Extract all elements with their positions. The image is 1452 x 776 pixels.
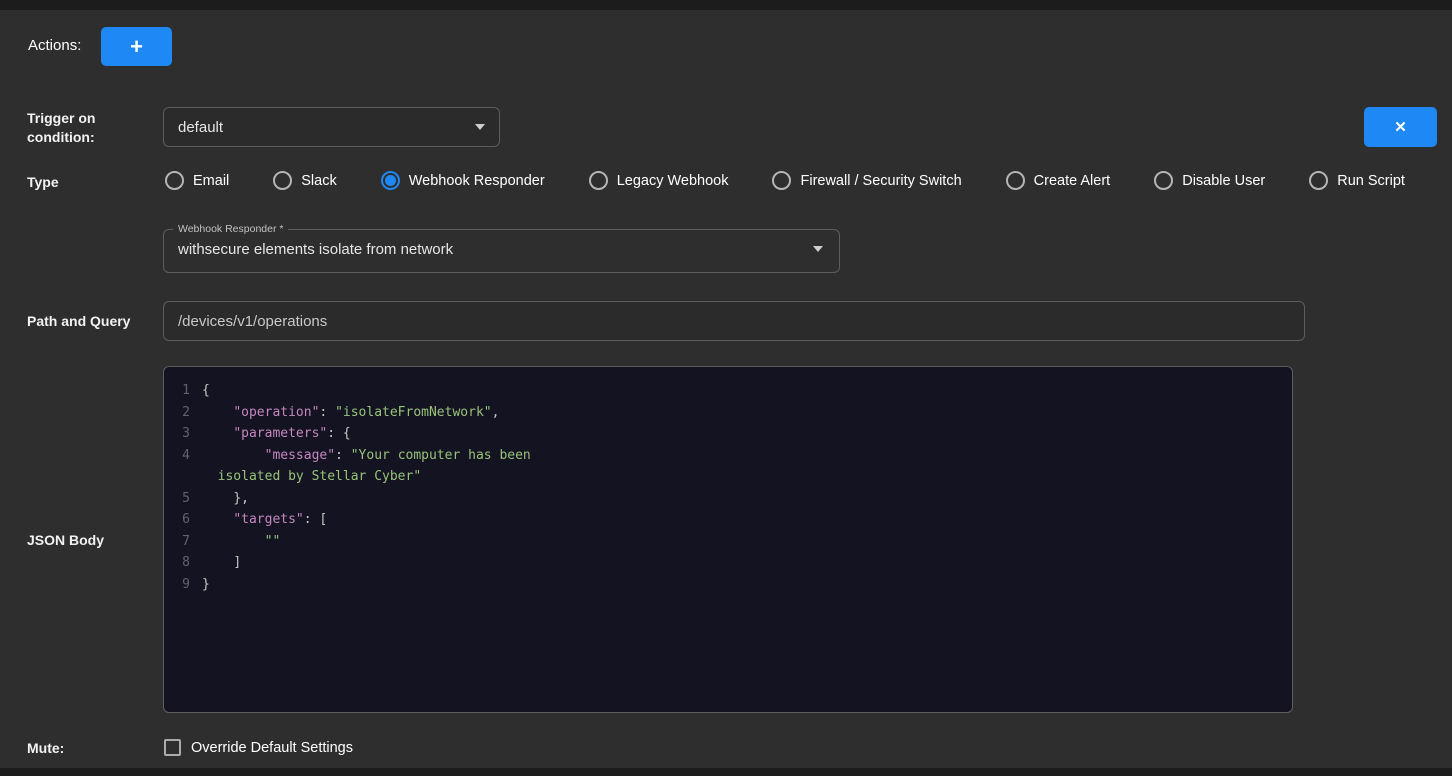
- radio-email[interactable]: Email: [165, 171, 229, 190]
- code-line: 8 ]: [172, 552, 1284, 574]
- radio-button-icon: [1154, 171, 1173, 190]
- actions-label: Actions:: [28, 37, 81, 54]
- type-options-row: Email Slack Webhook Responder Legacy Webhoo…: [165, 171, 1405, 190]
- close-icon: ✕: [1394, 118, 1407, 136]
- override-default-settings-label: Override Default Settings: [191, 740, 353, 756]
- line-number: 5: [172, 488, 202, 510]
- line-number: 9: [172, 574, 202, 596]
- plus-icon: +: [130, 34, 143, 60]
- trigger-condition-value: default: [178, 119, 223, 136]
- radio-create-alert[interactable]: Create Alert: [1006, 171, 1111, 190]
- webhook-responder-value: withsecure elements isolate from network: [178, 241, 453, 258]
- line-number: 1: [172, 380, 202, 402]
- code-text: },: [202, 488, 249, 510]
- radio-label: Create Alert: [1034, 173, 1111, 189]
- code-line: 1{: [172, 380, 1284, 402]
- radio-label: Legacy Webhook: [617, 173, 729, 189]
- radio-label: Slack: [301, 173, 336, 189]
- line-number: 3: [172, 423, 202, 445]
- override-default-settings-checkbox[interactable]: [164, 739, 181, 756]
- chevron-down-icon: [813, 246, 823, 252]
- radio-label: Disable User: [1182, 173, 1265, 189]
- json-body-label: JSON Body: [27, 532, 104, 548]
- json-body-editor[interactable]: 1{2 "operation": "isolateFromNetwork",3 …: [163, 366, 1293, 713]
- code-text: }: [202, 574, 210, 596]
- line-number: 2: [172, 402, 202, 424]
- webhook-responder-label: Webhook Responder *: [173, 223, 288, 235]
- radio-button-icon: [273, 171, 292, 190]
- code-line: 5 },: [172, 488, 1284, 510]
- code-line: 6 "targets": [: [172, 509, 1284, 531]
- radio-button-icon: [381, 171, 400, 190]
- code-text: "message": "Your computer has been: [202, 445, 531, 467]
- override-default-settings-option[interactable]: Override Default Settings: [164, 739, 353, 756]
- code-line: 3 "parameters": {: [172, 423, 1284, 445]
- radio-label: Webhook Responder: [409, 173, 545, 189]
- trigger-on-condition-label: Trigger on condition:: [27, 109, 127, 147]
- radio-firewall-security-switch[interactable]: Firewall / Security Switch: [772, 171, 961, 190]
- path-and-query-label: Path and Query: [27, 313, 130, 329]
- code-line: isolated by Stellar Cyber": [172, 466, 1284, 488]
- radio-label: Firewall / Security Switch: [800, 173, 961, 189]
- code-line: 7 "": [172, 531, 1284, 553]
- remove-action-button[interactable]: ✕: [1364, 107, 1437, 147]
- line-number: 6: [172, 509, 202, 531]
- radio-button-icon: [1309, 171, 1328, 190]
- trigger-condition-select[interactable]: default: [163, 107, 500, 147]
- line-number: 7: [172, 531, 202, 553]
- radio-button-icon: [772, 171, 791, 190]
- code-text: ]: [202, 552, 241, 574]
- path-and-query-input[interactable]: [163, 301, 1305, 341]
- code-text: "": [202, 531, 280, 553]
- radio-disable-user[interactable]: Disable User: [1154, 171, 1265, 190]
- radio-label: Run Script: [1337, 173, 1405, 189]
- code-lines: 1{2 "operation": "isolateFromNetwork",3 …: [172, 380, 1284, 595]
- code-text: isolated by Stellar Cyber": [202, 466, 421, 488]
- add-action-button[interactable]: +: [101, 27, 172, 66]
- line-number: [172, 466, 202, 488]
- radio-button-icon: [589, 171, 608, 190]
- chevron-down-icon: [475, 124, 485, 130]
- webhook-responder-value-row[interactable]: withsecure elements isolate from network: [164, 235, 839, 263]
- code-text: "operation": "isolateFromNetwork",: [202, 402, 499, 424]
- type-label: Type: [27, 174, 59, 190]
- code-line: 9}: [172, 574, 1284, 596]
- radio-run-script[interactable]: Run Script: [1309, 171, 1405, 190]
- mute-label: Mute:: [27, 740, 64, 756]
- radio-button-icon: [1006, 171, 1025, 190]
- radio-label: Email: [193, 173, 229, 189]
- radio-legacy-webhook[interactable]: Legacy Webhook: [589, 171, 729, 190]
- code-line: 4 "message": "Your computer has been: [172, 445, 1284, 467]
- webhook-responder-select[interactable]: Webhook Responder * withsecure elements …: [163, 223, 840, 273]
- radio-button-icon: [165, 171, 184, 190]
- radio-slack[interactable]: Slack: [273, 171, 336, 190]
- line-number: 8: [172, 552, 202, 574]
- code-text: "targets": [: [202, 509, 327, 531]
- line-number: 4: [172, 445, 202, 467]
- radio-webhook-responder[interactable]: Webhook Responder: [381, 171, 545, 190]
- code-text: "parameters": {: [202, 423, 351, 445]
- code-line: 2 "operation": "isolateFromNetwork",: [172, 402, 1284, 424]
- code-text: {: [202, 380, 210, 402]
